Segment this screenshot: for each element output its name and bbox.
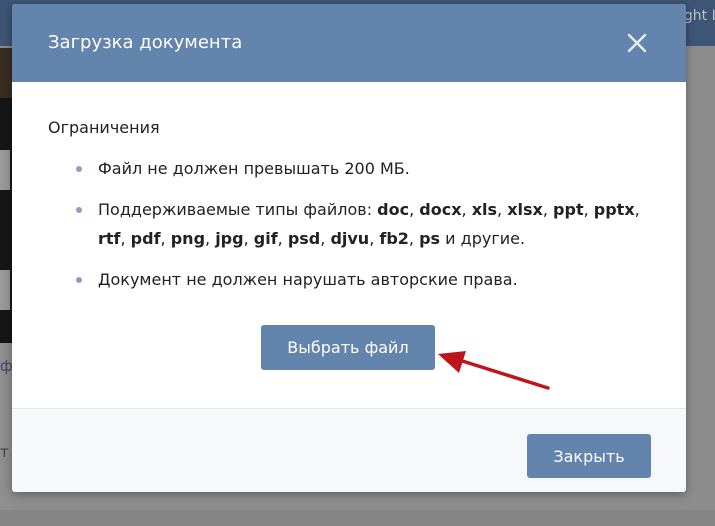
file-type-label: pdf bbox=[130, 229, 161, 248]
restriction-text: , bbox=[408, 229, 420, 248]
restriction-text: , bbox=[120, 229, 131, 248]
restriction-item: Документ не должен нарушать авторские пр… bbox=[48, 265, 658, 294]
restriction-item: Файл не должен превышать 200 МБ. bbox=[48, 154, 658, 183]
restriction-text-line: Файл не должен превышать 200 МБ. bbox=[98, 154, 658, 183]
background-bottom-strip bbox=[0, 510, 715, 526]
file-type-label: xls bbox=[471, 200, 498, 219]
file-type-label: fb2 bbox=[379, 229, 409, 248]
file-type-label: docx bbox=[419, 200, 462, 219]
restriction-text: , bbox=[320, 229, 331, 248]
file-type-label: rtf bbox=[98, 229, 121, 248]
restriction-text: , bbox=[409, 200, 420, 219]
restriction-item: Поддерживаемые типы файлов: doc, docx, x… bbox=[48, 195, 658, 253]
background-left-text: ф bbox=[0, 357, 13, 375]
restriction-text-line: Документ не должен нарушать авторские пр… bbox=[98, 265, 658, 294]
background-image-accent bbox=[0, 48, 12, 98]
bullet-icon bbox=[76, 166, 82, 172]
modal-footer: Закрыть bbox=[12, 408, 686, 492]
restriction-text: Документ не должен нарушать авторские пр… bbox=[98, 270, 518, 289]
restriction-text: , bbox=[205, 229, 216, 248]
modal-title: Загрузка документа bbox=[48, 32, 243, 53]
restriction-text: , bbox=[583, 200, 594, 219]
restriction-text: Файл не должен превышать 200 МБ. bbox=[98, 159, 410, 178]
file-type-label: xlsx bbox=[507, 200, 543, 219]
file-type-label: djvu bbox=[330, 229, 370, 248]
restriction-text: , bbox=[277, 229, 288, 248]
restriction-text: , bbox=[542, 200, 554, 219]
annotation-arrow-icon bbox=[438, 351, 550, 390]
restriction-text: , bbox=[461, 200, 472, 219]
modal-header: Загрузка документа bbox=[12, 4, 686, 82]
file-type-label: psd bbox=[287, 229, 321, 248]
restriction-text: , bbox=[369, 229, 380, 248]
file-type-label: ppt bbox=[553, 200, 584, 219]
file-type-label: doc bbox=[377, 200, 410, 219]
choose-file-button[interactable]: Выбрать файл bbox=[261, 325, 435, 370]
restriction-text-line: rtf, pdf, png, jpg, gif, psd, djvu, fb2,… bbox=[98, 224, 658, 253]
restriction-text: Поддерживаемые типы файлов: bbox=[98, 200, 378, 219]
file-type-label: jpg bbox=[215, 229, 244, 248]
restriction-text: и другие. bbox=[440, 229, 526, 248]
file-type-label: ps bbox=[419, 229, 441, 248]
file-type-label: pptx bbox=[593, 200, 635, 219]
close-button[interactable]: Закрыть bbox=[527, 434, 651, 478]
background-bottom-text: т bbox=[0, 443, 9, 461]
restriction-text: , bbox=[634, 200, 640, 219]
restriction-text: , bbox=[160, 229, 171, 248]
background-image-glyph bbox=[0, 270, 10, 310]
background-image-glyph bbox=[0, 150, 10, 190]
file-type-label: png bbox=[170, 229, 206, 248]
bullet-icon bbox=[76, 277, 82, 283]
restriction-text: , bbox=[243, 229, 254, 248]
upload-document-modal: Загрузка документа Ограничения Файл не д… bbox=[12, 4, 686, 492]
restrictions-list: Файл не должен превышать 200 МБ. Поддержи… bbox=[48, 154, 658, 306]
close-icon[interactable] bbox=[623, 29, 651, 57]
restrictions-heading: Ограничения bbox=[48, 118, 160, 137]
file-type-label: gif bbox=[253, 229, 278, 248]
bullet-icon bbox=[76, 207, 82, 213]
restriction-text: , bbox=[497, 200, 508, 219]
restriction-text-line: Поддерживаемые типы файлов: doc, docx, x… bbox=[98, 195, 658, 224]
